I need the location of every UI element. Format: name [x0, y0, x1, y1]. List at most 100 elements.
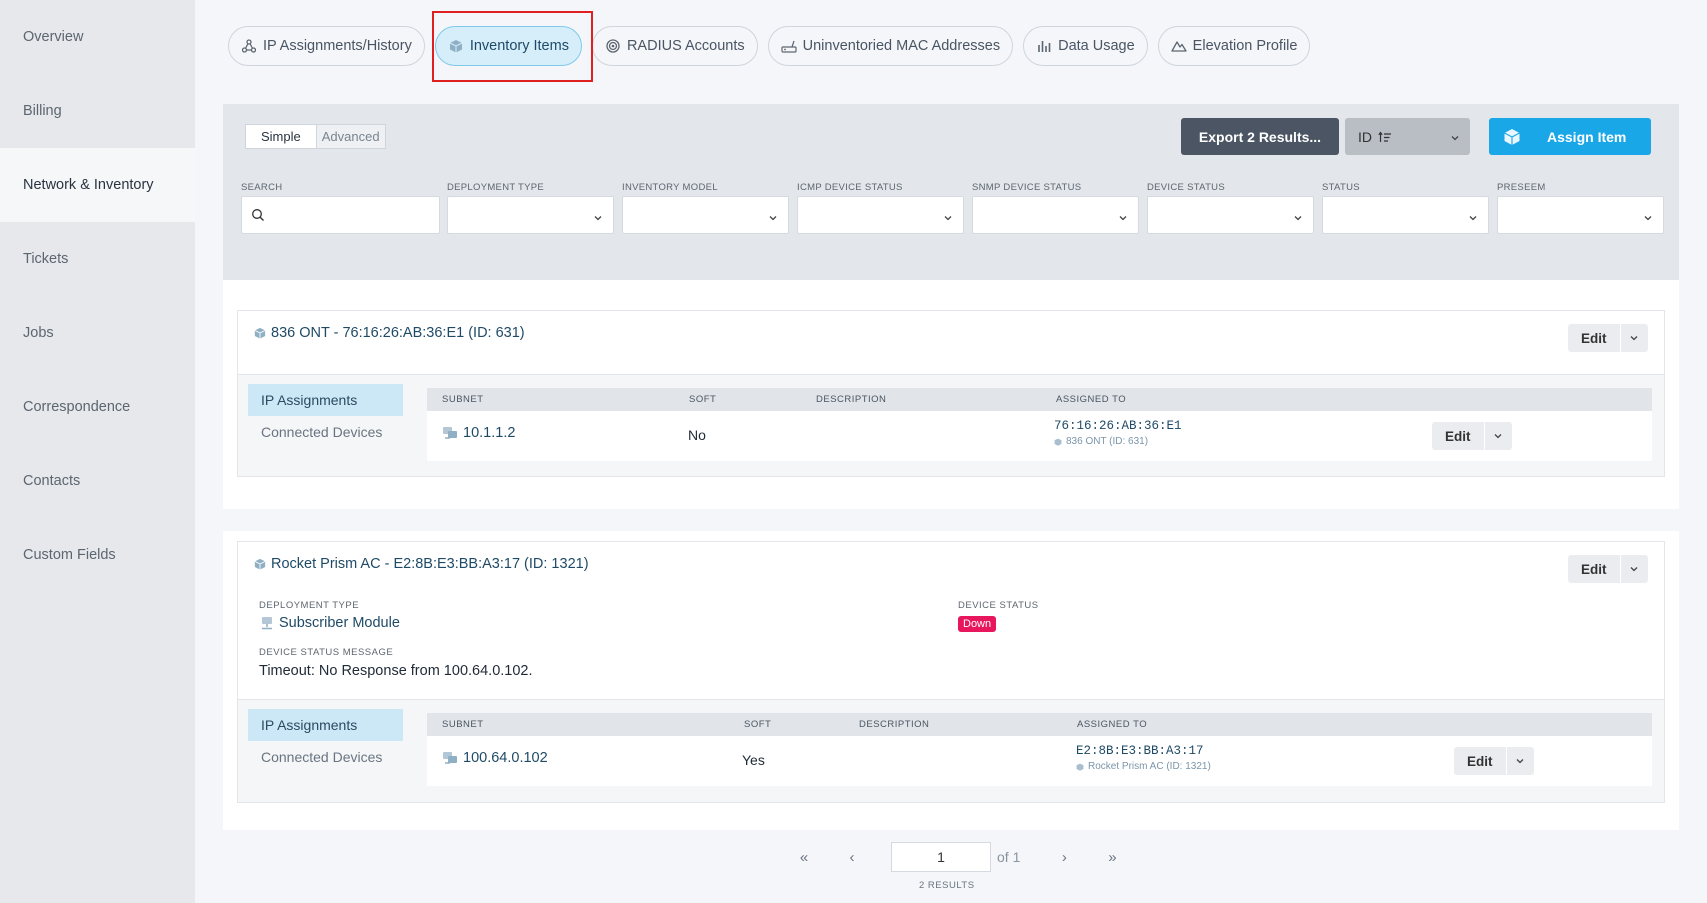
- assign-item-label: Assign Item: [1547, 128, 1627, 145]
- last-page-button[interactable]: »: [1088, 849, 1136, 866]
- tab-elevation-profile[interactable]: Elevation Profile: [1157, 26, 1311, 66]
- chevron-down-icon[interactable]: [1619, 324, 1648, 352]
- edit-split-button: Edit: [1568, 324, 1648, 352]
- deployment-type-select[interactable]: [447, 196, 614, 234]
- assigned-item-link[interactable]: Rocket Prism AC (ID: 1321): [1076, 761, 1211, 772]
- subnet-link[interactable]: 100.64.0.102: [442, 750, 548, 766]
- ip-address-icon: [443, 427, 457, 439]
- subnet-link[interactable]: 10.1.1.2: [442, 425, 515, 441]
- assigned-to-cell: 76:16:26:AB:36:E1 836 ONT (ID: 631): [1054, 419, 1182, 447]
- chevron-down-icon[interactable]: [1505, 747, 1534, 775]
- inventory-item-card: Rocket Prism AC - E2:8B:E3:BB:A3:17 (ID:…: [237, 541, 1665, 803]
- search-input[interactable]: [241, 196, 440, 234]
- assigned-item-text: 836 ONT (ID: 631): [1066, 436, 1149, 447]
- row-edit-button[interactable]: Edit: [1454, 747, 1506, 775]
- cube-icon: [254, 558, 266, 570]
- filter-label: DEPLOYMENT TYPE: [447, 182, 545, 193]
- icmp-device-status-select[interactable]: [797, 196, 964, 234]
- mode-simple-button[interactable]: Simple: [246, 125, 316, 148]
- subnav-connected-devices[interactable]: Connected Devices: [248, 416, 403, 448]
- chevron-down-icon: [768, 210, 778, 228]
- mode-advanced-button[interactable]: Advanced: [315, 125, 385, 148]
- sort-label: ID: [1358, 128, 1372, 145]
- soft-value: No: [688, 427, 706, 443]
- filter-label: PRESEEM: [1497, 182, 1546, 193]
- router-icon: [781, 38, 797, 54]
- tab-bar: IP Assignments/History Inventory Items R…: [228, 26, 1311, 66]
- assigned-item-link[interactable]: 836 ONT (ID: 631): [1054, 436, 1182, 447]
- sidebar-item-custom-fields[interactable]: Custom Fields: [0, 518, 195, 592]
- inventory-item-title[interactable]: Rocket Prism AC - E2:8B:E3:BB:A3:17 (ID:…: [254, 556, 589, 572]
- bar-chart-icon: [1036, 38, 1052, 54]
- tab-ip-assignments-history[interactable]: IP Assignments/History: [228, 26, 425, 66]
- assigned-mac-link[interactable]: 76:16:26:AB:36:E1: [1054, 419, 1182, 433]
- sort-order-icon: [1378, 130, 1392, 143]
- filter-search: SEARCH: [241, 182, 440, 234]
- filter-label: SEARCH: [241, 182, 283, 193]
- sidebar-item-jobs[interactable]: Jobs: [0, 296, 195, 370]
- filter-panel: Simple Advanced Export 2 Results... ID A…: [223, 104, 1679, 280]
- item-detail-area: IP Assignments Connected Devices SUBNET …: [238, 699, 1664, 802]
- chevron-down-icon: [1468, 210, 1478, 228]
- tab-radius-accounts[interactable]: RADIUS Accounts: [591, 26, 758, 66]
- sidebar-item-overview[interactable]: Overview: [0, 0, 195, 74]
- edit-button[interactable]: Edit: [1568, 555, 1620, 583]
- edit-split-button: Edit: [1568, 555, 1648, 583]
- export-results-button[interactable]: Export 2 Results...: [1181, 118, 1339, 155]
- inventory-model-select[interactable]: [622, 196, 789, 234]
- tab-uninventoried-mac-addresses[interactable]: Uninventoried MAC Addresses: [767, 26, 1014, 66]
- sidebar-item-contacts[interactable]: Contacts: [0, 444, 195, 518]
- assign-item-button[interactable]: Assign Item: [1489, 118, 1651, 155]
- row-edit-button[interactable]: Edit: [1432, 422, 1484, 450]
- status-select[interactable]: [1322, 196, 1489, 234]
- chevron-down-icon: [1118, 210, 1128, 228]
- edit-button[interactable]: Edit: [1568, 324, 1620, 352]
- deployment-type-text: Subscriber Module: [279, 615, 400, 631]
- tab-inventory-items[interactable]: Inventory Items: [434, 26, 582, 66]
- subnav-ip-assignments[interactable]: IP Assignments: [248, 384, 403, 416]
- inventory-item-title[interactable]: 836 ONT - 76:16:26:AB:36:E1 (ID: 631): [254, 325, 525, 341]
- mountain-icon: [1171, 38, 1187, 54]
- sidebar-item-tickets[interactable]: Tickets: [0, 222, 195, 296]
- search-icon: [251, 208, 265, 227]
- row-edit-split-button: Edit: [1432, 422, 1512, 450]
- tab-data-usage[interactable]: Data Usage: [1023, 26, 1148, 66]
- sidebar: Overview Billing Network & Inventory Tic…: [0, 0, 195, 903]
- pagination: « ‹ 1 of 1 › »: [780, 842, 1136, 872]
- tab-label: Uninventoried MAC Addresses: [802, 38, 1001, 54]
- first-page-button[interactable]: «: [780, 849, 828, 866]
- filter-label: STATUS: [1322, 182, 1360, 193]
- list-divider: [223, 509, 1679, 531]
- filter-label: ICMP DEVICE STATUS: [797, 182, 903, 193]
- table-row: 10.1.1.2 No 76:16:26:AB:36:E1 836 ONT (I…: [427, 411, 1652, 461]
- chevron-down-icon[interactable]: [1483, 422, 1512, 450]
- prev-page-button[interactable]: ‹: [828, 849, 876, 866]
- device-status-select[interactable]: [1147, 196, 1314, 234]
- sidebar-item-correspondence[interactable]: Correspondence: [0, 370, 195, 444]
- page-number-input[interactable]: 1: [891, 842, 991, 872]
- column-soft: SOFT: [689, 394, 717, 405]
- column-soft: SOFT: [744, 719, 772, 730]
- chevron-down-icon[interactable]: [1619, 555, 1648, 583]
- assigned-mac-link[interactable]: E2:8B:E3:BB:A3:17: [1076, 744, 1211, 758]
- snmp-device-status-select[interactable]: [972, 196, 1139, 234]
- subnav-connected-devices[interactable]: Connected Devices: [248, 741, 403, 773]
- tab-label: RADIUS Accounts: [626, 38, 745, 54]
- sidebar-item-billing[interactable]: Billing: [0, 74, 195, 148]
- sidebar-item-network-inventory[interactable]: Network & Inventory: [0, 148, 195, 222]
- filter-snmp-device-status: SNMP DEVICE STATUS: [972, 182, 1139, 234]
- page-count: of 1: [997, 849, 1021, 865]
- preseem-select[interactable]: [1497, 196, 1664, 234]
- column-description: DESCRIPTION: [859, 719, 930, 730]
- results-count: 2 RESULTS: [919, 880, 975, 891]
- ip-assignments-table: SUBNET SOFT DESCRIPTION ASSIGNED TO 100.…: [427, 713, 1652, 786]
- item-subnav: IP Assignments Connected Devices: [248, 384, 403, 448]
- search-mode-toggle: Simple Advanced: [245, 124, 386, 149]
- next-page-button[interactable]: ›: [1040, 849, 1088, 866]
- tab-label: IP Assignments/History: [263, 38, 412, 54]
- item-subnav: IP Assignments Connected Devices: [248, 709, 403, 773]
- sort-select[interactable]: ID: [1345, 118, 1470, 155]
- subnav-ip-assignments[interactable]: IP Assignments: [248, 709, 403, 741]
- cube-icon: [254, 327, 266, 339]
- filter-device-status: DEVICE STATUS: [1147, 182, 1314, 234]
